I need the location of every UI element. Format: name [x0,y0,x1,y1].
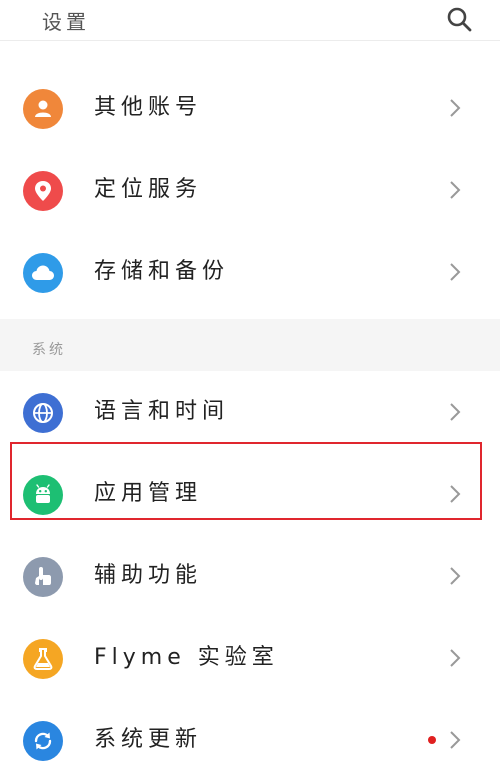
hand-pointer-icon [23,557,63,597]
search-icon[interactable] [446,6,472,32]
flask-icon [23,639,63,679]
header: 设置 [0,0,500,41]
update-badge-dot [428,736,436,744]
settings-item-app-management[interactable]: 应用管理 [0,453,500,535]
settings-item-label: 其他账号 [94,95,203,120]
chevron-right-icon [450,485,461,503]
settings-item-label: 语言和时间 [94,399,230,424]
chevron-right-icon [450,403,461,421]
settings-item-label: Flyme 实验室 [94,645,279,670]
settings-item-flyme-lab[interactable]: Flyme 实验室 [0,617,500,699]
chevron-right-icon [450,99,461,117]
settings-item-label: 辅助功能 [94,563,203,588]
chevron-right-icon [450,649,461,667]
settings-item-system-update[interactable]: 系统更新 [0,699,500,781]
settings-item-language-time[interactable]: 语言和时间 [0,371,500,453]
settings-item-label: 应用管理 [94,481,203,506]
person-icon [23,89,63,129]
settings-group-accounts: 其他账号 定位服务 存储和备份 [0,67,500,313]
settings-item-accessibility[interactable]: 辅助功能 [0,535,500,617]
refresh-icon [23,721,63,761]
globe-icon [23,393,63,433]
settings-item-other-accounts[interactable]: 其他账号 [0,67,500,149]
settings-item-label: 系统更新 [94,727,203,752]
section-header-system: 系统 [0,319,500,371]
cloud-icon [23,253,63,293]
chevron-right-icon [450,263,461,281]
chevron-right-icon [450,567,461,585]
settings-item-label: 定位服务 [94,177,203,202]
settings-item-storage-backup[interactable]: 存储和备份 [0,231,500,313]
android-icon [23,475,63,515]
location-pin-icon [23,171,63,211]
settings-item-location[interactable]: 定位服务 [0,149,500,231]
page-title: 设置 [42,10,90,34]
chevron-right-icon [450,181,461,199]
section-title: 系统 [32,342,66,358]
settings-group-system: 语言和时间 应用管理 辅助功能 Flyme 实验室 系统更新 [0,371,500,781]
chevron-right-icon [450,731,461,749]
settings-item-label: 存储和备份 [94,259,230,284]
